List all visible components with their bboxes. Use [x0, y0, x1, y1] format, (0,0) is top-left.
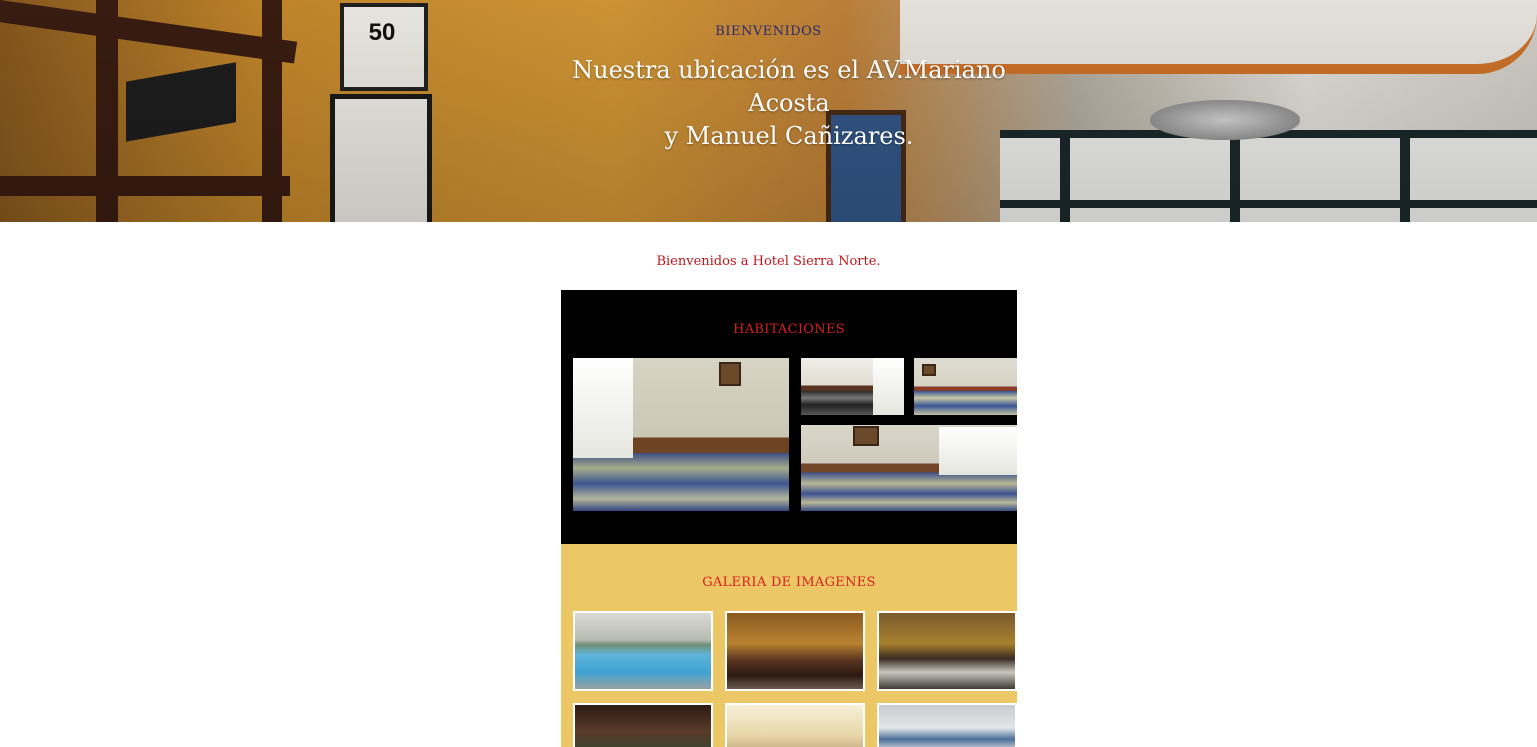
gallery-thumb-lobby[interactable] — [877, 611, 1017, 691]
gallery-thumb-lounge[interactable] — [725, 611, 865, 691]
welcome-text: Bienvenidos a Hotel Sierra Norte. — [656, 254, 881, 269]
room-photo-window — [573, 358, 633, 458]
room-photo-small-1[interactable] — [801, 358, 904, 415]
hero-title: Nuestra ubicación es el AV.Mariano Acost… — [540, 54, 1038, 153]
room-photo-window — [873, 358, 904, 415]
rooms-section: HABITACIONES — [561, 290, 1017, 544]
room-photo-art — [719, 362, 741, 386]
gallery-thumb-dining[interactable] — [573, 703, 713, 747]
gallery-heading: GALERIA DE IMAGENES — [702, 575, 876, 590]
hero-banner: 50 BIENVENIDOS Nuestra ubicación es el A… — [0, 0, 1537, 222]
hero-title-line-2: y Manuel Cañizares. — [664, 122, 914, 150]
room-photo-art — [922, 364, 936, 376]
hero-title-line-1: Nuestra ubicación es el AV.Mariano Acost… — [572, 56, 1006, 117]
room-photo-art — [853, 426, 879, 446]
gallery-section: GALERIA DE IMAGENES — [561, 544, 1017, 747]
room-photo-wide[interactable] — [801, 425, 1017, 511]
gallery-thumb-facade[interactable] — [877, 703, 1017, 747]
room-photo-small-2[interactable] — [914, 358, 1017, 415]
hero-eyebrow: BIENVENIDOS — [715, 24, 822, 39]
gallery-thumb-pool[interactable] — [573, 611, 713, 691]
gallery-thumb-room[interactable] — [725, 703, 865, 747]
rooms-heading: HABITACIONES — [733, 322, 845, 337]
room-photo-large[interactable] — [573, 358, 789, 511]
room-photo-window — [939, 427, 1017, 475]
